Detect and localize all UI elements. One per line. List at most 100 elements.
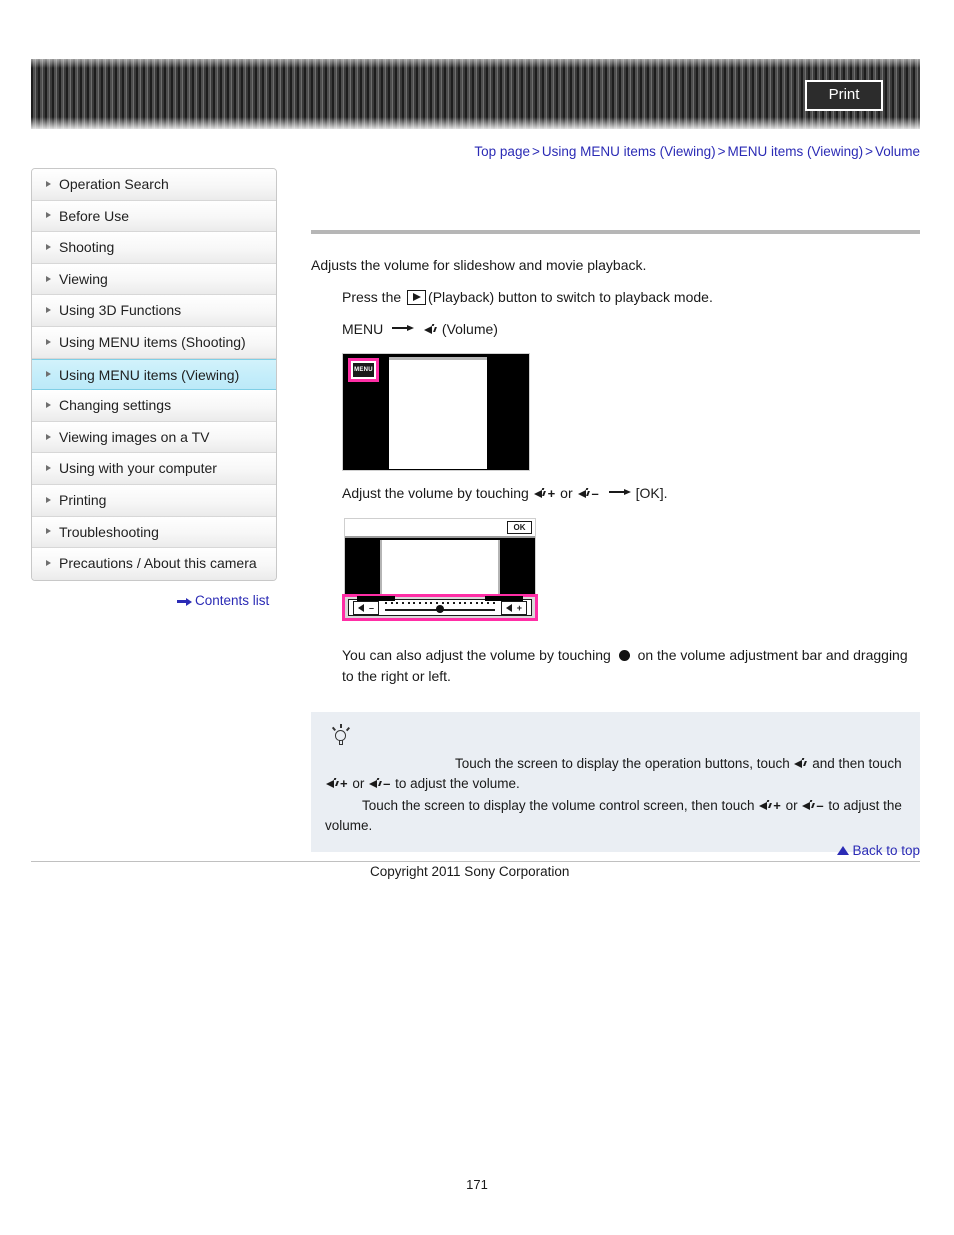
volume-down-button: – [353, 600, 379, 615]
sidebar-item-label: Before Use [59, 207, 130, 224]
sidebar-nav: Operation Search Before Use Shooting Vie… [31, 168, 277, 581]
sidebar-item-changing-settings[interactable]: Changing settings [32, 390, 276, 422]
menu-icon-label: MENU [354, 367, 373, 373]
chevron-right-icon [46, 528, 51, 535]
plus-sign: + [773, 798, 781, 813]
sidebar-item-label: Troubleshooting [59, 523, 159, 540]
contents-list-label: Contents list [195, 593, 270, 608]
lightbulb-icon [331, 724, 351, 748]
tip-line-2-prefix: Touch the screen to display the volume c… [362, 798, 755, 813]
chevron-right-icon [46, 496, 51, 503]
menu-icon: MENU [353, 363, 374, 377]
minus-sign: – [591, 486, 599, 501]
speaker-plus-icon [326, 777, 339, 790]
breadcrumb-separator: > [717, 144, 726, 159]
step-text-suffix: [OK]. [635, 485, 668, 501]
sidebar-item-label: Viewing images on a TV [59, 428, 210, 445]
speaker-minus-icon [802, 799, 815, 812]
chevron-right-icon [46, 560, 51, 567]
step-text-prefix: Press the [342, 289, 402, 305]
chevron-right-icon [46, 275, 51, 282]
contents-list-link[interactable]: Contents list [177, 592, 269, 610]
camera-screen-2: OK – + [342, 518, 542, 623]
chevron-right-icon [46, 465, 51, 472]
breadcrumb-item-top-page[interactable]: Top page [474, 144, 530, 159]
lcd-area [380, 540, 500, 595]
speaker-plus-icon [533, 487, 547, 500]
page-header-ribbon: Print [31, 59, 920, 129]
tip-box: Touch the screen to display the operatio… [311, 712, 920, 852]
sidebar-item-viewing[interactable]: Viewing [32, 263, 276, 296]
minus-sign: – [816, 798, 824, 813]
plus-sign: + [516, 602, 522, 613]
slider-knob-icon [618, 650, 630, 661]
sidebar-item-shooting[interactable]: Shooting [32, 232, 276, 264]
chevron-right-icon [46, 307, 51, 314]
sidebar-item-label: Using MENU items (Viewing) [59, 366, 240, 383]
breadcrumb: Top page > Using MENU items (Viewing) > MENU… [474, 143, 920, 161]
main-content: Adjusts the volume for slideshow and mov… [311, 168, 920, 852]
back-to-top-link[interactable]: Back to top [311, 842, 920, 860]
sidebar-item-precautions-about-this-camera[interactable]: Precautions / About this camera [32, 548, 276, 580]
sidebar-item-label: Viewing [59, 270, 108, 287]
menu-button-highlight: MENU [348, 358, 379, 382]
conjunction-or: or [352, 776, 365, 791]
camera-screen-figure-2: OK – + [342, 518, 920, 623]
sidebar-item-label: Changing settings [59, 397, 172, 414]
sidebar-item-label: Operation Search [59, 176, 169, 192]
step-menu-volume: MENU (Volume) [342, 319, 920, 339]
minus-sign: – [368, 602, 374, 613]
sidebar-item-using-with-your-computer[interactable]: Using with your computer [32, 453, 276, 485]
sidebar-item-label: Shooting [59, 239, 115, 256]
camera-screen-figure-1: MENU [342, 353, 920, 471]
sidebar-item-troubleshooting[interactable]: Troubleshooting [32, 516, 276, 549]
sidebar-item-using-menu-items-viewing[interactable]: Using MENU items (Viewing) [32, 358, 276, 391]
breadcrumb-item-menu-items-viewing[interactable]: MENU items (Viewing) [728, 144, 864, 159]
volume-bar-highlight: – + [342, 594, 538, 621]
sidebar-item-label: Precautions / About this camera [59, 555, 257, 572]
screen-top-bar: OK [345, 519, 535, 538]
volume-slider-ticks [383, 601, 497, 604]
breadcrumb-separator: > [865, 144, 873, 159]
chevron-right-icon [46, 401, 51, 408]
sidebar-item-using-menu-items-shooting[interactable]: Using MENU items (Shooting) [32, 326, 276, 359]
page-number: 171 [466, 1177, 488, 1192]
breadcrumb-item-using-menu-items-viewing[interactable]: Using MENU items (Viewing) [542, 144, 716, 159]
back-to-top-label: Back to top [852, 843, 920, 858]
sidebar-item-operation-search[interactable]: Operation Search [32, 169, 276, 201]
breadcrumb-item-volume[interactable]: Volume [875, 144, 920, 159]
volume-adjustment-bar: – + [348, 596, 532, 616]
sidebar-item-printing[interactable]: Printing [32, 484, 276, 517]
tip-line-1-prefix: Touch the screen to display the operatio… [455, 756, 790, 771]
drag-note-prefix: You can also adjust the volume by touchi… [342, 647, 611, 663]
plus-sign: + [547, 486, 556, 501]
chevron-right-icon [46, 243, 51, 250]
step-adjust-volume: Adjust the volume by touching + or – [OK… [342, 483, 920, 504]
sidebar-item-label: Using MENU items (Shooting) [59, 333, 246, 350]
plus-sign: + [340, 776, 348, 791]
sidebar-item-using-3d-functions[interactable]: Using 3D Functions [32, 295, 276, 327]
sidebar-item-viewing-images-on-a-tv[interactable]: Viewing images on a TV [32, 421, 276, 454]
ok-button: OK [507, 521, 532, 534]
sidebar-item-before-use[interactable]: Before Use [32, 200, 276, 233]
copyright-text: Copyright 2011 Sony Corporation [370, 864, 570, 879]
title-divider [311, 230, 920, 234]
speaker-icon [794, 757, 807, 770]
tip-line-1: Touch the screen to display the operatio… [325, 754, 906, 794]
sidebar-item-label: Using 3D Functions [59, 302, 182, 319]
chevron-right-icon [46, 338, 51, 345]
triangle-up-icon [837, 846, 850, 855]
chevron-right-icon [46, 433, 51, 440]
breadcrumb-separator: > [531, 144, 540, 159]
volume-up-button: + [501, 600, 527, 615]
tip-line-2: Touch the screen to display the volume c… [325, 796, 906, 836]
speaker-plus-icon [759, 799, 772, 812]
intro-paragraph: Adjusts the volume for slideshow and mov… [311, 257, 647, 273]
chevron-right-icon [46, 370, 51, 377]
arrow-right-icon [608, 487, 631, 497]
print-button[interactable]: Print [805, 80, 883, 111]
step-press-playback: Press the (Playback) button to switch to… [342, 287, 920, 307]
camera-screen-1: MENU [342, 353, 530, 471]
sidebar-item-label: Using with your computer [59, 460, 217, 477]
footer-divider [31, 861, 920, 862]
